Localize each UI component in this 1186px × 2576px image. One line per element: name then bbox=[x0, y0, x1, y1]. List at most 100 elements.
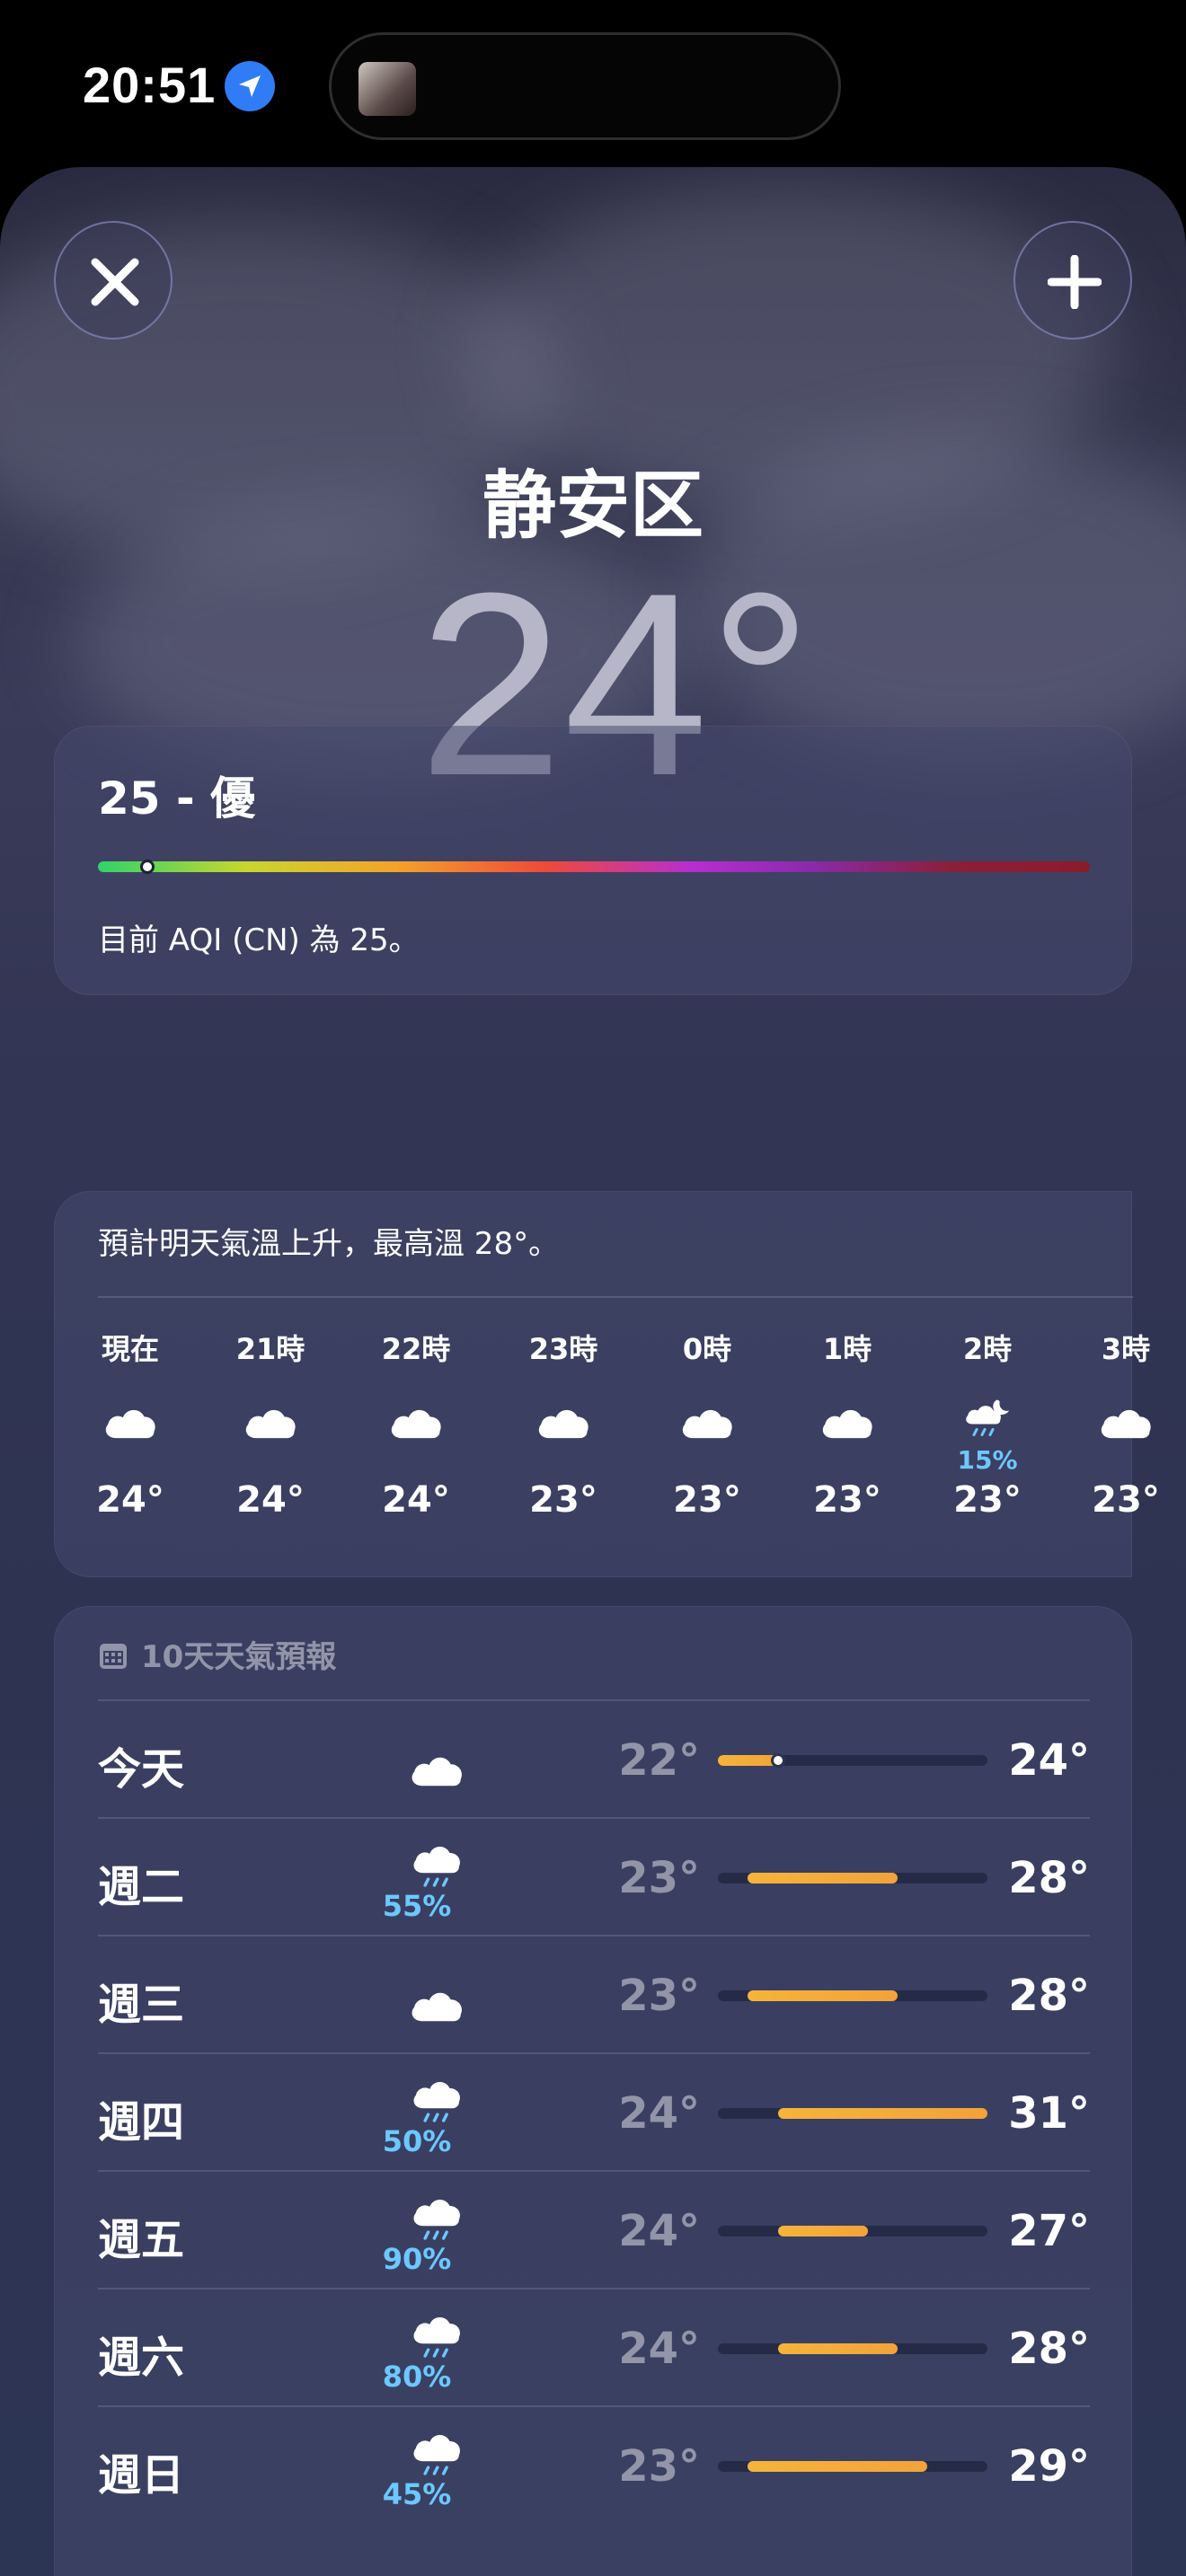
temp-range-fill bbox=[777, 2343, 898, 2354]
day-precipitation: 90% bbox=[382, 2242, 452, 2276]
hour-label: 22時 bbox=[381, 1332, 451, 1366]
daily-row[interactable]: 今天 22° 24° bbox=[98, 1699, 1090, 1817]
hour-temperature: 23° bbox=[673, 1479, 741, 1521]
day-precipitation: 50% bbox=[382, 2124, 452, 2158]
add-location-button[interactable] bbox=[1013, 221, 1132, 340]
day-low-temp: 24° bbox=[618, 2324, 700, 2374]
temp-range-bar bbox=[718, 1990, 987, 2001]
location-arrow-icon bbox=[225, 61, 275, 111]
temp-range-fill bbox=[748, 2461, 928, 2472]
hour-item: 1時 23° bbox=[793, 1327, 901, 1521]
day-high-temp: 27° bbox=[1008, 2206, 1090, 2256]
aqi-card[interactable]: 25 - 優 目前 AQI (CN) 為 25。 bbox=[54, 726, 1132, 995]
temp-range-bar bbox=[718, 2461, 987, 2472]
daily-row[interactable]: 週三 23° 28° bbox=[98, 1935, 1090, 2052]
status-time: 20:51 bbox=[83, 57, 217, 113]
hour-icon-wrap bbox=[509, 1372, 617, 1470]
calendar-icon bbox=[98, 1640, 128, 1679]
current-temp-indicator bbox=[770, 1753, 785, 1768]
hour-label: 3時 bbox=[1101, 1332, 1151, 1366]
day-name: 週四 bbox=[98, 2097, 185, 2148]
hour-label: 現在 bbox=[101, 1332, 159, 1366]
temp-range-fill bbox=[777, 2108, 987, 2119]
day-name: 週日 bbox=[98, 2450, 185, 2501]
dynamic-island[interactable] bbox=[329, 32, 841, 140]
hour-precipitation: 15% bbox=[957, 1445, 1018, 1475]
hour-icon-wrap bbox=[76, 1372, 184, 1470]
plus-icon bbox=[1048, 255, 1102, 309]
day-low-temp: 23° bbox=[618, 1971, 700, 2021]
hour-icon-wrap bbox=[362, 1372, 470, 1470]
hour-icon-wrap: 15% bbox=[934, 1372, 1041, 1475]
close-button[interactable] bbox=[54, 221, 173, 340]
day-precipitation: 55% bbox=[382, 1889, 452, 1923]
day-name: 週六 bbox=[98, 2333, 185, 2383]
hour-icon-wrap bbox=[793, 1372, 901, 1470]
day-high-temp: 31° bbox=[1008, 2088, 1090, 2139]
close-icon bbox=[91, 258, 139, 306]
hourly-forecast-card[interactable]: 預計明天氣溫上升，最高溫 28°。 現在 24° 21時 24° 22時 24° 23時 23… bbox=[54, 1191, 1160, 1577]
aqi-description: 目前 AQI (CN) 為 25。 bbox=[98, 922, 420, 958]
day-name: 今天 bbox=[98, 1744, 185, 1795]
hour-temperature: 23° bbox=[1092, 1479, 1160, 1521]
day-high-temp: 24° bbox=[1008, 1735, 1090, 1786]
day-icon-wrap bbox=[367, 1719, 466, 1809]
hour-icon-wrap bbox=[653, 1372, 761, 1470]
day-precipitation: 45% bbox=[382, 2477, 452, 2511]
day-low-temp: 22° bbox=[618, 1735, 700, 1786]
hour-temperature: 23° bbox=[529, 1479, 597, 1521]
temp-range-bar bbox=[718, 1873, 987, 1883]
day-icon-wrap bbox=[367, 1954, 466, 2044]
day-low-temp: 23° bbox=[618, 2441, 700, 2492]
hour-item: 3時 23° bbox=[1072, 1327, 1180, 1521]
hour-temperature: 24° bbox=[236, 1479, 305, 1521]
daily-row[interactable]: 週六 80% 24° 28° bbox=[98, 2288, 1090, 2405]
hour-temperature: 24° bbox=[382, 1479, 450, 1521]
hour-temperature: 23° bbox=[953, 1479, 1022, 1521]
hour-icon-wrap bbox=[217, 1372, 324, 1470]
hourly-summary: 預計明天氣溫上升，最高溫 28°。 bbox=[98, 1226, 560, 1262]
hour-label: 0時 bbox=[682, 1332, 732, 1366]
day-high-temp: 29° bbox=[1008, 2441, 1090, 2492]
temp-range-fill bbox=[748, 1990, 898, 2001]
daily-row[interactable]: 週日 45% 23° 29° bbox=[98, 2405, 1090, 2523]
day-icon-wrap: 45% bbox=[367, 2425, 466, 2515]
day-icon-wrap: 80% bbox=[367, 2307, 466, 2397]
day-precipitation: 80% bbox=[382, 2360, 452, 2394]
hour-label: 23時 bbox=[528, 1332, 598, 1366]
day-name: 週二 bbox=[98, 1862, 185, 1912]
aqi-title: 25 - 優 bbox=[98, 772, 256, 825]
media-thumbnail[interactable] bbox=[358, 62, 416, 116]
day-name: 週三 bbox=[98, 1980, 185, 2030]
hour-label: 1時 bbox=[822, 1332, 872, 1366]
aqi-scale-bar bbox=[98, 861, 1090, 872]
status-bar: 20:51 bbox=[0, 0, 1186, 171]
divider bbox=[98, 1296, 1133, 1298]
temp-range-fill bbox=[748, 1873, 898, 1883]
hour-item: 21時 24° bbox=[217, 1327, 324, 1521]
hour-temperature: 24° bbox=[96, 1479, 164, 1521]
ten-day-forecast-card[interactable]: 10天天氣預報 今天 22° 24° 週二 55% 23° 28° 週三 23° 28° 週四 50%… bbox=[54, 1606, 1132, 2576]
hour-label: 21時 bbox=[235, 1332, 305, 1366]
ten-day-header: 10天天氣預報 bbox=[98, 1632, 336, 1679]
day-icon-wrap: 50% bbox=[367, 2072, 466, 2162]
day-high-temp: 28° bbox=[1008, 2324, 1090, 2374]
daily-row[interactable]: 週五 90% 24° 27° bbox=[98, 2170, 1090, 2288]
day-low-temp: 24° bbox=[618, 2206, 700, 2256]
temp-range-bar bbox=[718, 2226, 987, 2236]
ten-day-title: 10天天氣預報 bbox=[141, 1639, 337, 1675]
day-high-temp: 28° bbox=[1008, 1971, 1090, 2021]
hour-item: 0時 23° bbox=[653, 1327, 761, 1521]
hour-item: 23時 23° bbox=[509, 1327, 617, 1521]
temp-range-bar bbox=[718, 1753, 987, 1768]
day-low-temp: 24° bbox=[618, 2088, 700, 2139]
day-icon-wrap: 90% bbox=[367, 2190, 466, 2280]
hour-icon-wrap bbox=[1072, 1372, 1180, 1470]
day-high-temp: 28° bbox=[1008, 1853, 1090, 1903]
day-name: 週五 bbox=[98, 2215, 185, 2265]
temp-range-fill bbox=[718, 1755, 778, 1766]
daily-row[interactable]: 週二 55% 23° 28° bbox=[98, 1817, 1090, 1935]
daily-row[interactable]: 週四 50% 24° 31° bbox=[98, 2052, 1090, 2170]
day-low-temp: 23° bbox=[618, 1853, 700, 1903]
day-icon-wrap: 55% bbox=[367, 1837, 466, 1927]
